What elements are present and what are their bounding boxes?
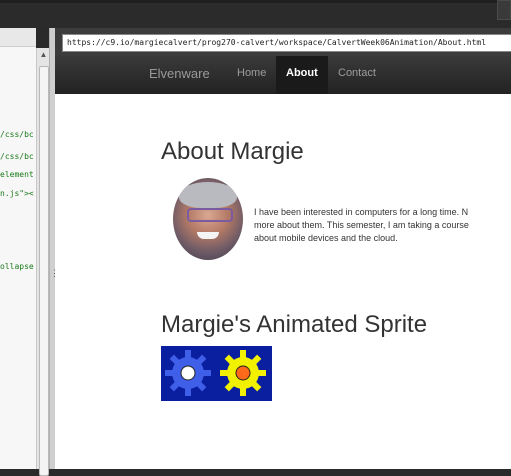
editor-scrollbar[interactable]: ▲ bbox=[36, 48, 50, 476]
panel-toggle[interactable] bbox=[497, 0, 511, 20]
nav-link-contact[interactable]: Contact bbox=[328, 56, 386, 94]
editor-header-grip bbox=[36, 28, 50, 48]
profile-photo bbox=[173, 178, 243, 260]
yellow-gear-icon bbox=[220, 350, 266, 396]
bio-text: I have been interested in computers for … bbox=[254, 206, 511, 245]
code-line: n.js">< bbox=[0, 189, 34, 198]
blue-gear-icon bbox=[165, 350, 211, 396]
photo-hair bbox=[179, 182, 237, 208]
code-editor-pane[interactable]: /css/bc /css/bc element n.js">< ollapse bbox=[0, 28, 37, 469]
bio-line: about mobile devices and the cloud. bbox=[254, 233, 398, 243]
code-line: element bbox=[0, 170, 34, 179]
url-input[interactable]: https://c9.io/margiecalvert/prog270-calv… bbox=[62, 34, 511, 52]
nav-link-about[interactable]: About bbox=[276, 56, 328, 94]
animated-sprite bbox=[161, 346, 272, 401]
top-strip bbox=[0, 0, 511, 3]
photo-glasses bbox=[187, 208, 233, 222]
site-navbar: Elvenware Home About Contact bbox=[55, 56, 511, 95]
sprite-heading: Margie's Animated Sprite bbox=[161, 311, 428, 338]
bio-line: I have been interested in computers for … bbox=[254, 207, 469, 217]
navbar-brand[interactable]: Elvenware bbox=[149, 66, 210, 81]
nav-link-home[interactable]: Home bbox=[227, 56, 276, 94]
preview-url-bar: https://c9.io/margiecalvert/prog270-calv… bbox=[55, 28, 511, 56]
photo-smile bbox=[197, 232, 219, 239]
bio-line: more about them. This semester, I am tak… bbox=[254, 220, 469, 230]
code-line: /css/bc bbox=[0, 152, 34, 161]
code-line: ollapse bbox=[0, 262, 34, 271]
page-content: About Margie I have been interested in c… bbox=[55, 94, 511, 469]
ide-top-bar bbox=[0, 0, 511, 28]
gear-sprite-svg bbox=[165, 350, 266, 396]
about-heading: About Margie bbox=[161, 138, 304, 165]
code-line: /css/bc bbox=[0, 130, 34, 139]
scrollbar-thumb[interactable] bbox=[39, 66, 49, 476]
editor-tab-strip bbox=[0, 28, 36, 47]
